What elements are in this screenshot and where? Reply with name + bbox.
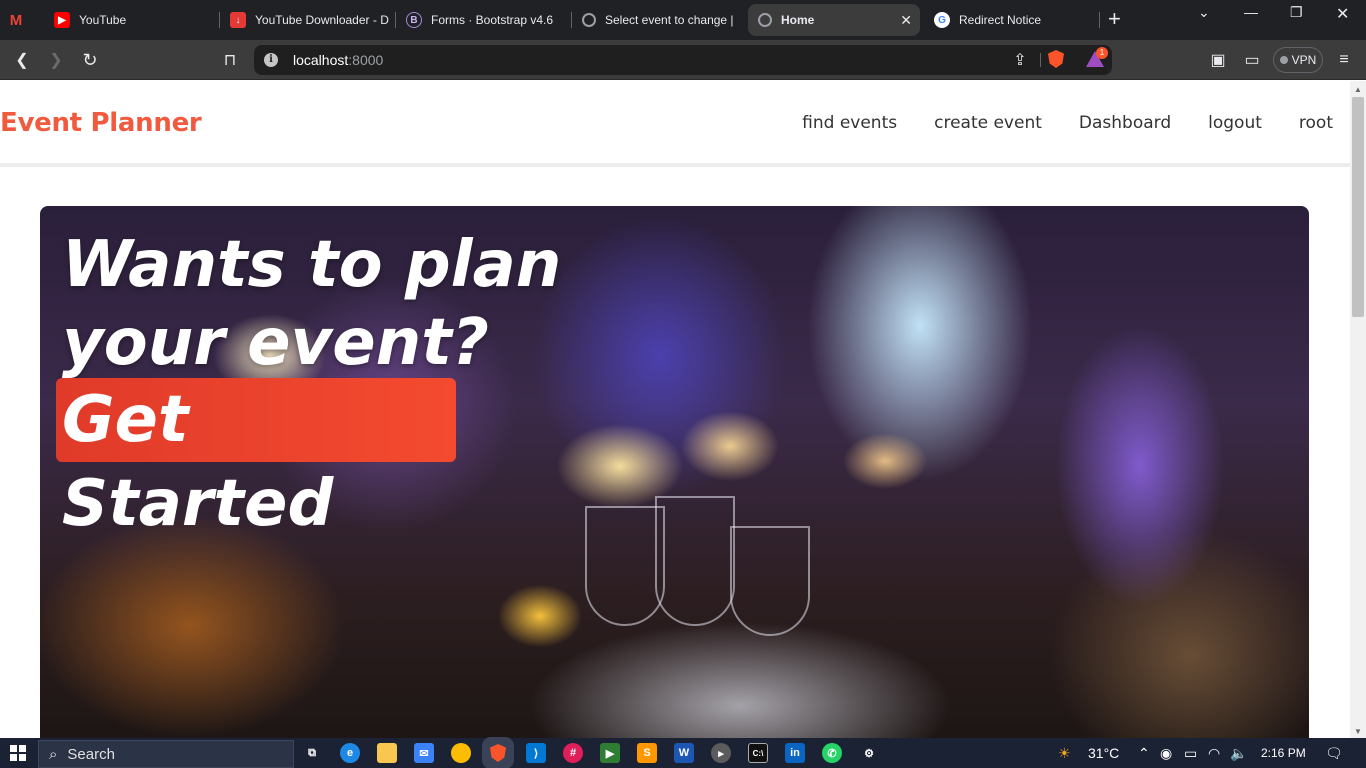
vpn-button[interactable]: VPN	[1273, 47, 1323, 73]
download-icon: ↓	[230, 12, 246, 28]
hero-banner: Wants to plan your event? Get Started	[40, 206, 1309, 738]
wallet-icon[interactable]: ▭	[1242, 50, 1262, 70]
edge-icon[interactable]: e	[340, 743, 360, 763]
nav-user-root[interactable]: root	[1299, 113, 1333, 133]
media-player-icon[interactable]: ▸	[711, 743, 731, 763]
meet-now-icon[interactable]: ◉	[1160, 745, 1172, 762]
tray-overflow-icon[interactable]: ⌃	[1138, 745, 1150, 762]
search-icon: ⌕	[49, 745, 58, 763]
brave-shields-icon[interactable]	[1048, 50, 1064, 68]
tab-title: Select event to change |	[605, 13, 734, 27]
site-navbar: Event Planner find events create event D…	[0, 81, 1350, 167]
tab-redirect-notice[interactable]: G Redirect Notice	[924, 4, 1100, 36]
nav-links: find events create event Dashboard logou…	[802, 113, 1333, 133]
task-view-icon[interactable]: ⧉	[302, 743, 322, 763]
linkedin-icon[interactable]: in	[785, 743, 805, 763]
nav-create-event[interactable]: create event	[934, 113, 1042, 133]
taskbar-search[interactable]: ⌕ Search	[38, 740, 294, 768]
tab-search-icon[interactable]: ⌄	[1198, 4, 1210, 21]
back-icon[interactable]: ❮	[12, 50, 32, 70]
wine-glass-image	[655, 496, 735, 626]
get-started-button[interactable]: Get Started	[56, 378, 456, 541]
page-viewport: Event Planner find events create event D…	[0, 81, 1350, 738]
tab-title: Redirect Notice	[959, 13, 1042, 27]
vscode-icon[interactable]: ⟩	[526, 743, 546, 763]
windows-taskbar: ⌕ Search ⧉ e ✉ ⟩ # ▶ S W ▸ C:\ in ✆ ⚙ ☀ …	[0, 737, 1366, 768]
share-icon[interactable]: ⇪	[1010, 50, 1030, 70]
address-bar[interactable]: i localhost:8000 ⇪ 1	[254, 45, 1112, 75]
minimize-button[interactable]: —	[1244, 4, 1258, 20]
google-icon: G	[934, 12, 950, 28]
close-tab-icon[interactable]: ✕	[900, 12, 912, 29]
gmail-icon: M	[9, 11, 23, 29]
brave-taskbar-icon[interactable]	[482, 737, 514, 768]
temperature-text[interactable]: 31°C	[1088, 745, 1119, 761]
bookmark-icon[interactable]: ⊓	[220, 50, 240, 70]
brand-logo[interactable]: Event Planner	[0, 108, 202, 138]
tab-title: Forms · Bootstrap v4.6	[431, 13, 554, 27]
tab-youtube-downloader[interactable]: ↓ YouTube Downloader - D	[220, 4, 396, 36]
word-icon[interactable]: W	[674, 743, 694, 763]
whatsapp-icon[interactable]: ✆	[822, 743, 842, 763]
bootstrap-icon: B	[406, 12, 422, 28]
close-window-button[interactable]: ✕	[1336, 4, 1349, 24]
forward-icon[interactable]: ❯	[46, 50, 66, 70]
notifications-icon[interactable]: 🗨	[1325, 745, 1343, 762]
tab-title: Home	[781, 13, 815, 27]
scrollbar-thumb[interactable]	[1352, 97, 1364, 317]
tab-select-event[interactable]: Select event to change |	[572, 4, 744, 36]
new-tab-button[interactable]: +	[1108, 8, 1121, 30]
sublime-icon[interactable]: S	[637, 743, 657, 763]
reload-icon[interactable]: ↻	[80, 50, 100, 70]
chrome-icon[interactable]	[451, 743, 471, 763]
scroll-down-icon[interactable]: ▼	[1354, 727, 1362, 736]
wifi-icon[interactable]: ◠	[1208, 745, 1220, 762]
globe-icon	[758, 13, 772, 27]
nav-logout[interactable]: logout	[1208, 113, 1262, 133]
file-explorer-icon[interactable]	[377, 743, 397, 763]
battery-icon[interactable]: ▭	[1184, 745, 1197, 762]
slack-icon[interactable]: #	[563, 743, 583, 763]
tab-home[interactable]: Home ✕	[748, 4, 920, 36]
wine-glass-image	[585, 506, 665, 626]
tab-bootstrap-forms[interactable]: B Forms · Bootstrap v4.6	[396, 4, 572, 36]
vpn-status-icon	[1279, 56, 1288, 64]
tab-separator	[1099, 12, 1100, 28]
tab-title: YouTube	[79, 13, 127, 27]
nav-find-events[interactable]: find events	[802, 113, 897, 133]
windows-start-icon[interactable]	[10, 745, 26, 761]
scroll-up-icon[interactable]: ▲	[1354, 85, 1362, 94]
sidebar-icon[interactable]: ▣	[1208, 50, 1228, 70]
menu-icon[interactable]: ≡	[1334, 50, 1354, 70]
tab-youtube[interactable]: ▶ YouTube	[44, 4, 220, 36]
globe-icon	[582, 13, 596, 27]
rewards-badge: 1	[1096, 47, 1108, 59]
settings-icon[interactable]: ⚙	[859, 743, 879, 763]
maximize-button[interactable]: ❐	[1290, 4, 1303, 21]
clock-text[interactable]: 2:16 PM	[1261, 746, 1306, 760]
tab-title: YouTube Downloader - D	[255, 13, 389, 27]
volume-icon[interactable]: 🔈	[1230, 745, 1247, 762]
weather-icon[interactable]: ☀	[1058, 745, 1071, 762]
wine-glass-image	[730, 526, 810, 636]
nav-dashboard[interactable]: Dashboard	[1079, 113, 1171, 133]
tab-gmail[interactable]: M	[8, 4, 44, 36]
terminal-icon[interactable]: C:\	[748, 743, 768, 763]
meet-icon[interactable]: ▶	[600, 743, 620, 763]
browser-toolbar: ❮ ❯ ↻ ⊓ i localhost:8000 ⇪ 1 ▣ ▭ VPN ≡	[0, 40, 1366, 80]
mail-icon[interactable]: ✉	[414, 743, 434, 763]
page-scrollbar[interactable]: ▲ ▼	[1350, 81, 1366, 738]
url-text[interactable]: localhost:8000	[293, 52, 383, 68]
hero-headline: Wants to plan your event?	[62, 228, 562, 380]
site-info-icon[interactable]: i	[264, 53, 278, 67]
omnibox-separator	[1040, 53, 1041, 67]
browser-tab-strip: M ▶ YouTube ↓ YouTube Downloader - D B F…	[0, 0, 1366, 40]
youtube-icon: ▶	[54, 12, 70, 28]
